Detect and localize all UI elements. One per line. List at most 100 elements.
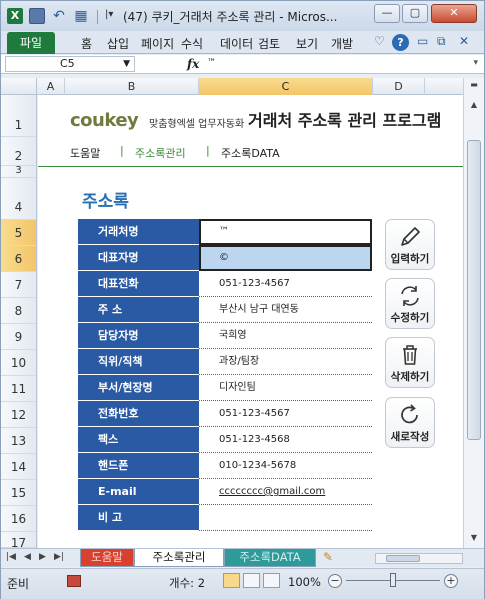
horizontal-scroll-thumb[interactable]: [386, 555, 420, 562]
form-row-address: 주 소 부산시 남구 대연동: [78, 297, 372, 323]
help-icon[interactable]: ?: [392, 34, 409, 51]
nav-address-manage-link[interactable]: 주소록관리: [135, 145, 186, 161]
tab-review[interactable]: 검토: [258, 35, 280, 52]
undo-icon[interactable]: ↶: [51, 8, 67, 24]
window-close-icon[interactable]: ✕: [459, 34, 469, 48]
contact-name-field[interactable]: 국희영: [199, 323, 372, 349]
column-header-a[interactable]: A: [37, 78, 65, 95]
title-bar: X ↶ ▦ |▾ (47) 쿠키_거래처 주소록 관리 - Micros... …: [1, 1, 484, 31]
delete-button[interactable]: 삭제하기: [385, 337, 435, 388]
tab-formulas[interactable]: 수식: [181, 35, 203, 52]
fax-field[interactable]: 051-123-4568: [199, 427, 372, 453]
next-sheet-icon[interactable]: ▶: [39, 552, 46, 562]
row-header[interactable]: 5: [1, 220, 36, 246]
qat-customize-icon[interactable]: |▾: [105, 9, 113, 20]
tab-home[interactable]: 홈: [81, 35, 92, 52]
vertical-scrollbar[interactable]: ▬ ▲ ▼: [463, 78, 484, 548]
form-label: E-mail: [78, 479, 199, 505]
formula-bar: C5 ▼ fx ™ ▾: [1, 55, 484, 74]
window-minimize-icon[interactable]: ▭: [417, 34, 428, 48]
image-icon[interactable]: ▦: [73, 8, 89, 24]
ribbon-collapse-icon[interactable]: ♡: [374, 34, 385, 48]
excel-logo-icon[interactable]: X: [7, 8, 23, 24]
chevron-down-icon[interactable]: ▼: [123, 57, 130, 71]
row-header[interactable]: 14: [1, 454, 36, 480]
sheet-tab-help[interactable]: 도움말: [80, 549, 134, 567]
note-field[interactable]: [199, 505, 372, 531]
first-sheet-icon[interactable]: |◀: [6, 552, 16, 562]
email-field[interactable]: cccccccc@gmail.com: [199, 479, 372, 505]
page-layout-view-icon[interactable]: [243, 573, 260, 588]
normal-view-icon[interactable]: [223, 573, 240, 588]
split-handle-icon[interactable]: ▬: [467, 80, 481, 92]
edit-button[interactable]: 수정하기: [385, 278, 435, 329]
row-header[interactable]: 9: [1, 324, 36, 350]
new-button[interactable]: 새로작성: [385, 397, 435, 448]
vertical-scroll-thumb[interactable]: [467, 140, 481, 440]
row-header[interactable]: 13: [1, 428, 36, 454]
row-header[interactable]: 1: [1, 95, 36, 137]
form-row-company: 거래처명 ™: [78, 219, 372, 245]
horizontal-scrollbar[interactable]: [375, 553, 463, 564]
row-header[interactable]: 3: [1, 166, 36, 178]
tab-view[interactable]: 보기: [296, 35, 318, 52]
minimize-button[interactable]: —: [374, 4, 400, 23]
row-header[interactable]: 4: [1, 178, 36, 220]
form-label: 대표자명: [78, 245, 199, 271]
macro-record-icon[interactable]: [67, 575, 81, 587]
formula-expand-icon[interactable]: ▾: [473, 58, 478, 68]
page-break-view-icon[interactable]: [263, 573, 280, 588]
row-header[interactable]: 7: [1, 272, 36, 298]
tab-developer[interactable]: 개발: [331, 35, 353, 52]
scroll-up-icon[interactable]: ▲: [467, 100, 481, 112]
row-header[interactable]: 8: [1, 298, 36, 324]
tab-file[interactable]: 파일: [7, 32, 55, 54]
nav-help-link[interactable]: 도움말: [70, 145, 100, 161]
name-box[interactable]: C5 ▼: [5, 56, 135, 72]
column-header-d[interactable]: D: [373, 78, 425, 95]
formula-input[interactable]: ™: [207, 58, 216, 68]
excel-window: X ↶ ▦ |▾ (47) 쿠키_거래처 주소록 관리 - Micros... …: [0, 0, 485, 599]
save-icon[interactable]: [29, 8, 45, 24]
nav-address-data-link[interactable]: 주소록DATA: [221, 145, 280, 161]
scroll-down-icon[interactable]: ▼: [467, 533, 481, 545]
zoom-out-icon[interactable]: −: [328, 574, 342, 588]
row-header[interactable]: 2: [1, 137, 36, 166]
tab-data[interactable]: 데이터: [220, 35, 253, 52]
row-header[interactable]: 16: [1, 506, 36, 532]
form-label: 직위/직책: [78, 349, 199, 375]
row-header[interactable]: 6: [1, 246, 36, 272]
company-name-field[interactable]: ™: [199, 219, 372, 245]
window-restore-icon[interactable]: ⧉: [437, 34, 446, 49]
main-phone-field[interactable]: 051-123-4567: [199, 271, 372, 297]
department-field[interactable]: 디자인팀: [199, 375, 372, 401]
column-header-b[interactable]: B: [65, 78, 199, 95]
new-sheet-icon[interactable]: ✎: [323, 550, 333, 564]
mobile-field[interactable]: 010-1234-5678: [199, 453, 372, 479]
maximize-button[interactable]: ▢: [402, 4, 428, 23]
close-button[interactable]: ✕: [431, 4, 477, 23]
zoom-level[interactable]: 100%: [288, 575, 321, 589]
ceo-name-field[interactable]: ©: [199, 245, 372, 271]
sheet-tab-address-manage[interactable]: 주소록관리: [134, 549, 224, 567]
zoom-in-icon[interactable]: +: [444, 574, 458, 588]
row-header[interactable]: 17: [1, 532, 36, 550]
row-header[interactable]: 15: [1, 480, 36, 506]
tab-page-layout[interactable]: 페이지: [141, 35, 174, 52]
position-field[interactable]: 과장/팀장: [199, 349, 372, 375]
column-header-c[interactable]: C: [199, 78, 373, 95]
prev-sheet-icon[interactable]: ◀: [24, 552, 31, 562]
form-row-fax: 팩스 051-123-4568: [78, 427, 372, 453]
insert-button[interactable]: 입력하기: [385, 219, 435, 270]
tab-insert[interactable]: 삽입: [107, 35, 129, 52]
row-header[interactable]: 11: [1, 376, 36, 402]
last-sheet-icon[interactable]: ▶|: [54, 552, 64, 562]
phone-field[interactable]: 051-123-4567: [199, 401, 372, 427]
address-field[interactable]: 부산시 남구 대연동: [199, 297, 372, 323]
row-header[interactable]: 12: [1, 402, 36, 428]
select-all-corner[interactable]: [1, 78, 37, 95]
row-header[interactable]: 10: [1, 350, 36, 376]
zoom-slider-thumb[interactable]: [390, 573, 396, 587]
sheet-tab-address-data[interactable]: 주소록DATA: [224, 549, 316, 567]
fx-icon[interactable]: fx: [187, 57, 199, 71]
